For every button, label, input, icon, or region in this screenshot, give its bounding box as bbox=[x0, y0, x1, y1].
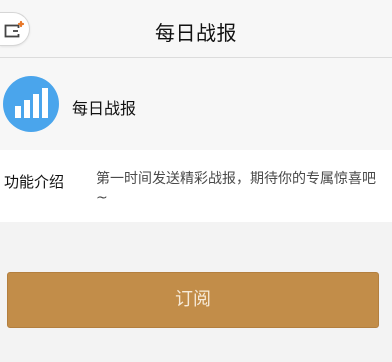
subscribe-button[interactable]: 订阅 bbox=[7, 272, 379, 328]
page: 每日战报 每日战报 功能介绍 第一时间发送精彩战报，期待你的专属惊喜吧~ 订阅 bbox=[0, 0, 392, 362]
bar-chart-icon bbox=[15, 88, 48, 118]
page-title: 每日战报 bbox=[155, 21, 237, 45]
account-name: 每日战报 bbox=[72, 99, 137, 118]
intro-section: 功能介绍 第一时间发送精彩战报，期待你的专属惊喜吧~ bbox=[0, 150, 392, 222]
intro-text: 第一时间发送精彩战报，期待你的专属惊喜吧~ bbox=[96, 171, 376, 206]
avatar bbox=[3, 76, 59, 132]
account-row[interactable]: 每日战报 bbox=[0, 58, 392, 150]
intro-label: 功能介绍 bbox=[4, 173, 65, 191]
header: 每日战报 bbox=[0, 0, 392, 58]
